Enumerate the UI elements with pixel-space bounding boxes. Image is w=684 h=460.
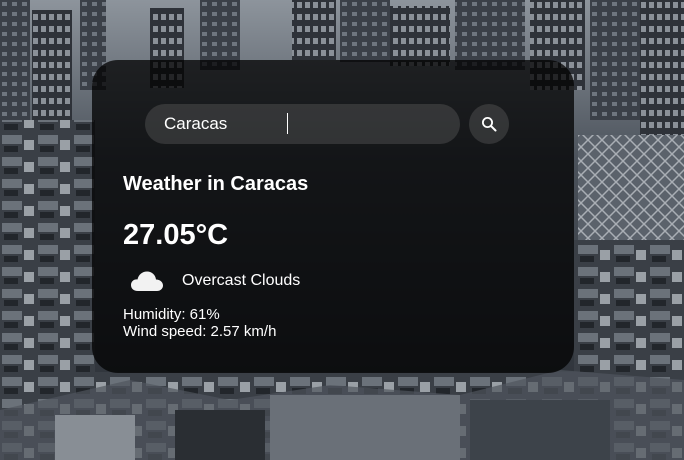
temperature: 27.05°C bbox=[123, 219, 229, 251]
weather-condition: Overcast Clouds bbox=[130, 268, 300, 294]
weather-card: Weather in Caracas 27.05°C Overcast Clou… bbox=[92, 60, 574, 373]
search-bar bbox=[145, 104, 520, 144]
weather-description: Overcast Clouds bbox=[182, 272, 301, 289]
weather-app: Weather in Caracas 27.05°C Overcast Clou… bbox=[0, 0, 684, 460]
city-title: Weather in Caracas bbox=[123, 173, 309, 195]
weather-details: Humidity: 61% Wind speed: 2.57 km/h bbox=[123, 306, 276, 340]
search-icon bbox=[481, 116, 497, 132]
search-input[interactable] bbox=[145, 104, 460, 144]
cloud-icon bbox=[130, 269, 164, 293]
text-cursor bbox=[287, 113, 288, 134]
humidity-text: Humidity: 61% bbox=[123, 306, 220, 323]
search-button[interactable] bbox=[469, 104, 509, 144]
wind-speed-text: Wind speed: 2.57 km/h bbox=[123, 323, 277, 340]
